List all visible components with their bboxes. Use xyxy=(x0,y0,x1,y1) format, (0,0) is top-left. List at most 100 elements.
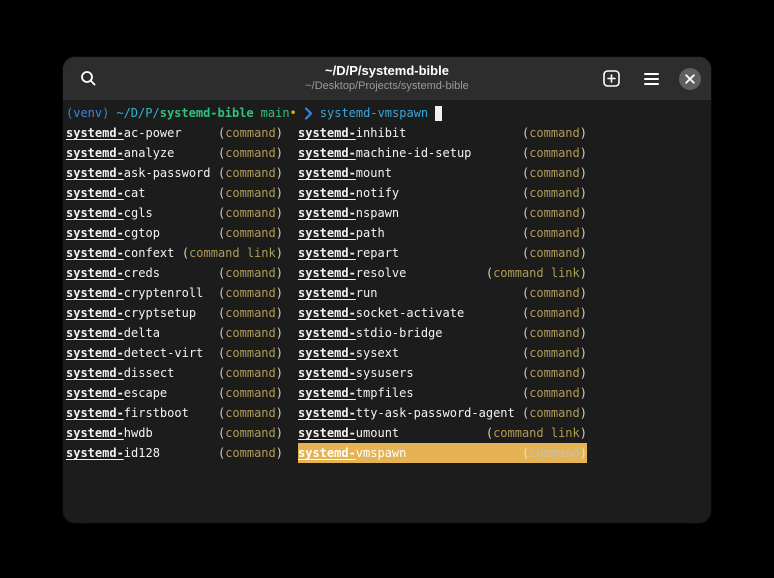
completion-suffix: mount xyxy=(356,166,392,180)
completion-suffix: delta xyxy=(124,326,160,340)
close-button[interactable] xyxy=(679,68,701,90)
search-icon xyxy=(80,70,97,87)
completion-suffix: resolve xyxy=(356,266,407,280)
completion-item: systemd-ask-password(command) xyxy=(66,163,283,183)
completion-prefix: systemd- xyxy=(298,166,356,180)
completion-item: systemd-creds (command) xyxy=(66,263,283,283)
completion-item: systemd-firstboot(command) xyxy=(66,403,283,423)
completion-suffix: detect-virt xyxy=(124,346,203,360)
completion-item: systemd-notify(command) xyxy=(298,183,587,203)
completion-prefix: systemd- xyxy=(298,406,356,420)
completion-name: systemd-cgls xyxy=(66,203,153,223)
completion-prefix: systemd- xyxy=(298,226,356,240)
completion-type: (command) xyxy=(218,403,283,423)
git-branch: main xyxy=(261,103,290,123)
terminal-content[interactable]: (venv) ~/D/P/ systemd-bible main • syste… xyxy=(63,100,711,523)
completion-name: systemd-path xyxy=(298,223,385,243)
completion-suffix: escape xyxy=(124,386,167,400)
completion-type: (command link) xyxy=(486,423,587,443)
completion-type: (command) xyxy=(522,223,587,243)
completion-suffix: ask-password xyxy=(124,166,211,180)
completion-prefix: systemd- xyxy=(66,226,124,240)
completion-suffix: run xyxy=(356,286,378,300)
completion-type: (command) xyxy=(522,343,587,363)
typed-command: systemd-vmspawn xyxy=(320,103,428,123)
completion-item: systemd-cgls(command) xyxy=(66,203,283,223)
completion-prefix: systemd- xyxy=(298,386,356,400)
completion-type: (command) xyxy=(218,183,283,203)
completion-prefix: systemd- xyxy=(66,126,124,140)
completion-name: systemd-cgtop xyxy=(66,223,160,243)
completion-name: systemd-cat xyxy=(66,183,145,203)
completion-prefix: systemd- xyxy=(298,366,356,380)
completion-name: systemd-tmpfiles xyxy=(298,383,414,403)
new-tab-button[interactable] xyxy=(599,67,623,91)
completion-prefix: systemd- xyxy=(66,186,124,200)
completion-name: systemd-delta xyxy=(66,323,160,343)
completion-type: (command) xyxy=(218,143,283,163)
completion-prefix: systemd- xyxy=(66,306,124,320)
completion-name: systemd-umount xyxy=(298,423,399,443)
window-subtitle: ~/Desktop/Projects/systemd-bible xyxy=(183,79,591,93)
completion-type: (command) xyxy=(522,283,587,303)
completion-item: systemd-nspawn (command) xyxy=(298,203,587,223)
completion-item: systemd-hwdb(command) xyxy=(66,423,283,443)
completion-suffix: cryptsetup xyxy=(124,306,196,320)
completion-prefix: systemd- xyxy=(298,246,356,260)
completion-type: (command) xyxy=(522,363,587,383)
git-dirty-marker: • xyxy=(290,103,297,123)
title-stack: ~/D/P/systemd-bible ~/Desktop/Projects/s… xyxy=(183,62,591,93)
completion-item: systemd-mount(command) xyxy=(298,163,587,183)
window-title: ~/D/P/systemd-bible xyxy=(183,62,591,79)
completion-type: (command) xyxy=(218,123,283,143)
completion-type: (command) xyxy=(218,363,283,383)
prompt-line: (venv) ~/D/P/ systemd-bible main • syste… xyxy=(66,103,711,123)
close-icon xyxy=(685,74,695,84)
completion-name: systemd-stdio-bridge xyxy=(298,323,443,343)
completion-suffix: inhibit xyxy=(356,126,407,140)
completion-type: (command) xyxy=(218,163,283,183)
completion-item: systemd-umount (command link) xyxy=(298,423,587,443)
completion-suffix: ac-power xyxy=(124,126,182,140)
completion-item: systemd-cryptsetup (command) xyxy=(66,303,283,323)
completion-prefix: systemd- xyxy=(66,346,124,360)
completion-prefix: systemd- xyxy=(66,446,124,460)
completion-suffix: firstboot xyxy=(124,406,189,420)
completion-column: systemd-ac-power(command)systemd-analyze… xyxy=(66,123,283,463)
completion-suffix: notify xyxy=(356,186,399,200)
completion-item: systemd-detect-virt (command) xyxy=(66,343,283,363)
completion-suffix: machine-id-setup xyxy=(356,146,472,160)
completion-type: (command) xyxy=(522,143,587,163)
completion-suffix: vmspawn xyxy=(356,446,407,460)
completion-item: systemd-analyze(command) xyxy=(66,143,283,163)
completion-suffix: tmpfiles xyxy=(356,386,414,400)
completion-type: (command) xyxy=(218,263,283,283)
menu-button[interactable] xyxy=(639,67,663,91)
completion-suffix: repart xyxy=(356,246,399,260)
completion-name: systemd-mount xyxy=(298,163,392,183)
completion-item: systemd-vmspawn(command) xyxy=(298,443,587,463)
completion-item: systemd-ac-power (command) xyxy=(66,123,283,143)
completion-name: systemd-detect-virt xyxy=(66,343,203,363)
completion-type: (command) xyxy=(218,303,283,323)
completion-name: systemd-creds xyxy=(66,263,160,283)
completion-item: systemd-inhibit(command) xyxy=(298,123,587,143)
completion-type: (command) xyxy=(218,343,283,363)
venv-indicator: (venv) xyxy=(66,103,109,123)
completion-name: systemd-nspawn xyxy=(298,203,399,223)
completion-prefix: systemd- xyxy=(66,206,124,220)
completion-suffix: creds xyxy=(124,266,160,280)
search-button[interactable] xyxy=(75,66,101,92)
completion-type: (command) xyxy=(522,203,587,223)
completion-name: systemd-cryptenroll xyxy=(66,283,203,303)
prompt-path-prefix: ~/D/P/ xyxy=(116,103,159,123)
prompt-repo-name: systemd-bible xyxy=(160,103,254,123)
titlebar[interactable]: ~/D/P/systemd-bible ~/Desktop/Projects/s… xyxy=(63,57,711,100)
completion-item: systemd-resolve(command link) xyxy=(298,263,587,283)
new-tab-icon xyxy=(603,70,620,87)
completion-suffix: id128 xyxy=(124,446,160,460)
completion-type: (command) xyxy=(218,383,283,403)
completion-name: systemd-vmspawn xyxy=(298,443,406,463)
completion-type: (command link) xyxy=(182,243,283,263)
completion-name: systemd-repart xyxy=(298,243,399,263)
